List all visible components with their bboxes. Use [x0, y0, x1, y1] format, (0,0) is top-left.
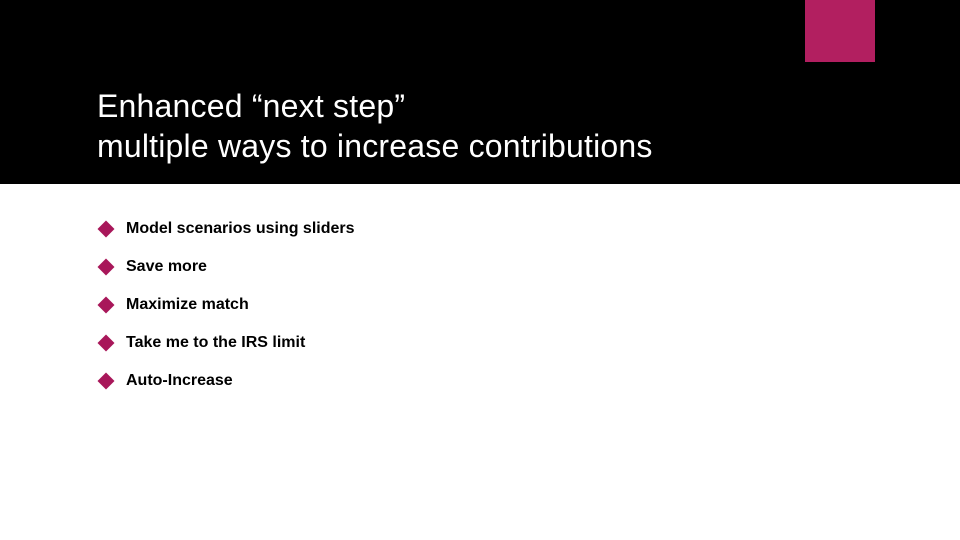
list-item-label: Model scenarios using sliders	[126, 220, 355, 238]
title-line-1: Enhanced “next step”	[97, 88, 405, 124]
list-item-label: Maximize match	[126, 296, 249, 314]
diamond-bullet-icon	[98, 221, 115, 238]
diamond-bullet-icon	[98, 373, 115, 390]
list-item-label: Take me to the IRS limit	[126, 334, 305, 352]
accent-bar	[805, 0, 875, 62]
list-item: Model scenarios using sliders	[100, 220, 960, 238]
slide-title: Enhanced “next step” multiple ways to in…	[97, 86, 653, 166]
diamond-bullet-icon	[98, 297, 115, 314]
diamond-bullet-icon	[98, 259, 115, 276]
list-item: Take me to the IRS limit	[100, 334, 960, 352]
list-item: Save more	[100, 258, 960, 276]
slide-header: Enhanced “next step” multiple ways to in…	[0, 0, 960, 184]
bullet-list: Model scenarios using sliders Save more …	[100, 220, 960, 390]
list-item: Maximize match	[100, 296, 960, 314]
title-line-2: multiple ways to increase contributions	[97, 128, 653, 164]
list-item: Auto-Increase	[100, 372, 960, 390]
list-item-label: Save more	[126, 258, 207, 276]
diamond-bullet-icon	[98, 335, 115, 352]
list-item-label: Auto-Increase	[126, 372, 233, 390]
